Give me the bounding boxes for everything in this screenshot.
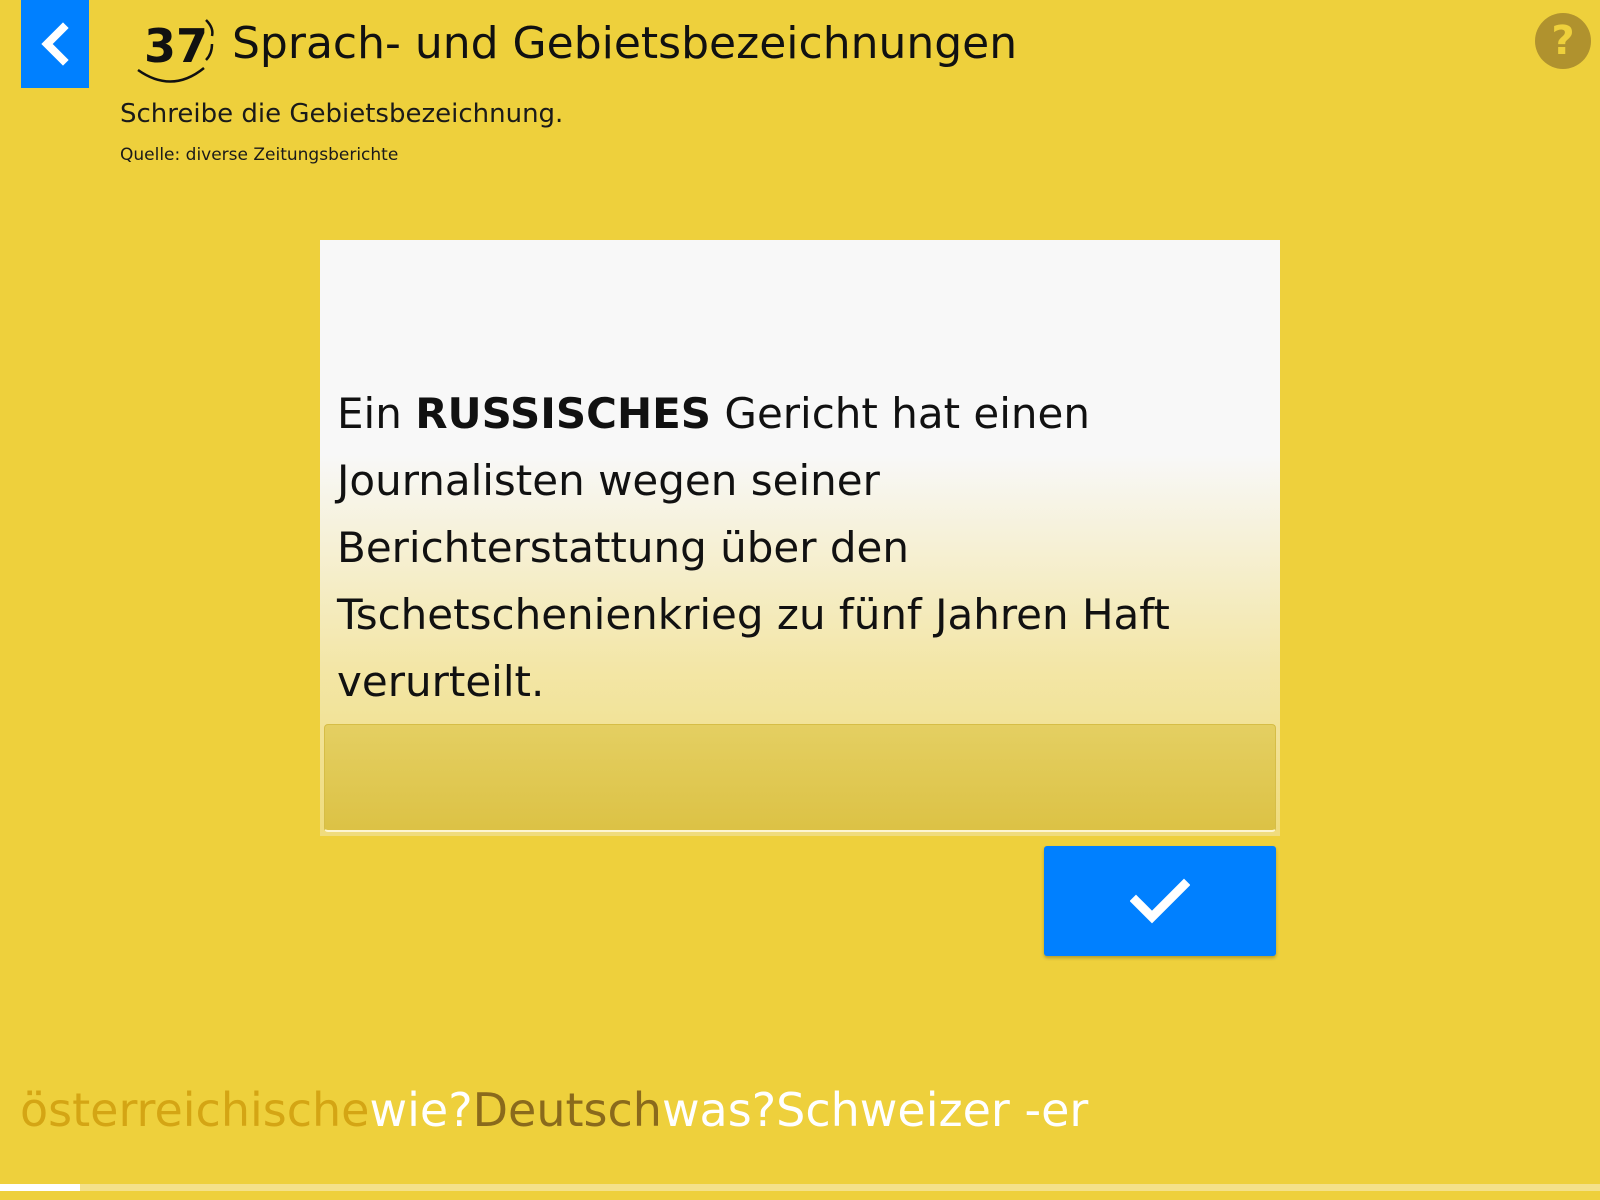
instruction-text: Schreibe die Gebietsbezeichnung. (120, 99, 564, 129)
back-button[interactable] (21, 0, 89, 88)
source-text: Quelle: diverse Zeitungsberichte (120, 145, 399, 165)
progress-fill (0, 1184, 80, 1191)
page-title: Sprach- und Gebietsbezeichnungen (232, 18, 1018, 69)
sentence-emphasis: RUSSISCHES (415, 389, 712, 438)
question-sentence: Ein RUSSISCHES Gericht hat einen Journal… (337, 380, 1257, 715)
history-word: österreichische (20, 1083, 370, 1137)
help-button[interactable]: ? (1535, 13, 1591, 69)
history-question: was? (661, 1083, 777, 1137)
answer-history: österreichischewie?Deutschwas?Schweizer … (20, 1080, 1088, 1140)
history-word: Schweizer -er (776, 1083, 1089, 1137)
progress-track (0, 1184, 1600, 1191)
exercise-number: 37 (143, 19, 208, 73)
submit-button[interactable] (1044, 846, 1276, 956)
exercise-badge: 37 (132, 14, 222, 90)
history-word: Deutsch (472, 1083, 662, 1137)
question-card: Ein RUSSISCHES Gericht hat einen Journal… (320, 240, 1280, 836)
checkmark-icon (1130, 878, 1190, 924)
chevron-left-icon (41, 22, 69, 66)
history-question: wie? (369, 1083, 473, 1137)
question-mark-icon: ? (1551, 18, 1575, 64)
sentence-start: Ein (337, 389, 416, 438)
answer-input[interactable] (324, 724, 1276, 832)
